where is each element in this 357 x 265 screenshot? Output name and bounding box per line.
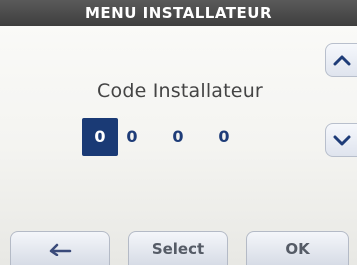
- soft-key-bar: Select OK: [0, 228, 357, 265]
- code-digit-4[interactable]: 0: [206, 118, 242, 156]
- ok-button[interactable]: OK: [246, 231, 349, 265]
- code-digit-1[interactable]: 0: [82, 118, 118, 156]
- decrement-button[interactable]: [325, 123, 357, 157]
- back-button[interactable]: [10, 231, 110, 265]
- select-button[interactable]: Select: [128, 231, 228, 265]
- back-arrow-icon: [49, 243, 72, 256]
- code-installateur-label: Code Installateur: [97, 80, 263, 102]
- chevron-up-icon: [333, 55, 350, 66]
- chevron-down-icon: [333, 135, 350, 146]
- code-digit-2[interactable]: 0: [114, 118, 150, 156]
- increment-button[interactable]: [325, 43, 357, 77]
- page-title: MENU INSTALLATEUR: [0, 0, 357, 26]
- installer-menu-screen: MENU INSTALLATEUR Code Installateur 0 0 …: [0, 0, 357, 265]
- code-digit-3[interactable]: 0: [160, 118, 196, 156]
